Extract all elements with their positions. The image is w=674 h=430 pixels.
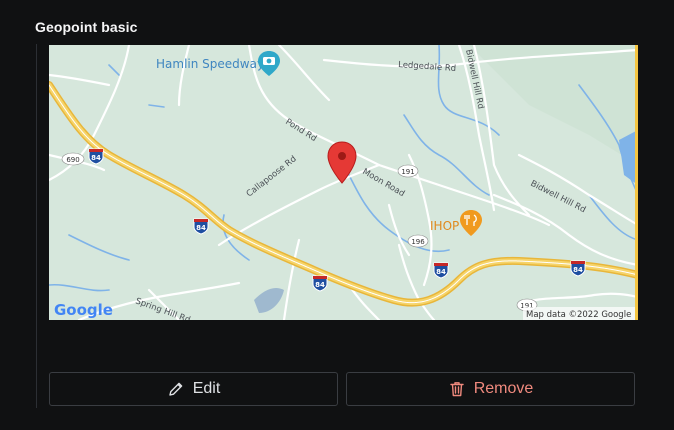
i84-shield: 84 [570, 260, 586, 277]
trash-icon [448, 380, 466, 398]
pencil-icon [167, 380, 185, 398]
edit-button[interactable]: Edit [49, 372, 338, 406]
google-logo: Google [54, 301, 113, 319]
i84-label: 84 [91, 154, 101, 162]
map-attribution: Map data ©2022 Google [526, 310, 631, 320]
i84-label: 84 [196, 224, 206, 232]
map-accent-bar [635, 45, 638, 320]
edit-button-label: Edit [192, 380, 221, 397]
i84-label: 84 [436, 268, 446, 276]
i84-shield: 84 [88, 148, 104, 165]
i84-label: 84 [573, 266, 583, 274]
i84-shield: 84 [312, 275, 328, 292]
ihop-label: IHOP [430, 219, 459, 233]
i84-shield: 84 [193, 218, 209, 235]
hamlin-speedway-label: Hamlin Speedway [156, 57, 264, 71]
route-690-label: 690 [66, 156, 79, 164]
map-preview[interactable]: 84 84 84 84 84 690 191 196 191 Hamlin Sp… [49, 45, 638, 320]
remove-button[interactable]: Remove [346, 372, 635, 406]
remove-button-label: Remove [473, 380, 534, 397]
i84-shield: 84 [433, 262, 449, 279]
route-191-label: 191 [401, 168, 414, 176]
i84-label: 84 [315, 281, 325, 289]
field-rail [36, 44, 37, 408]
field-title: Geopoint basic [35, 19, 138, 35]
route-196-label: 196 [411, 238, 425, 246]
